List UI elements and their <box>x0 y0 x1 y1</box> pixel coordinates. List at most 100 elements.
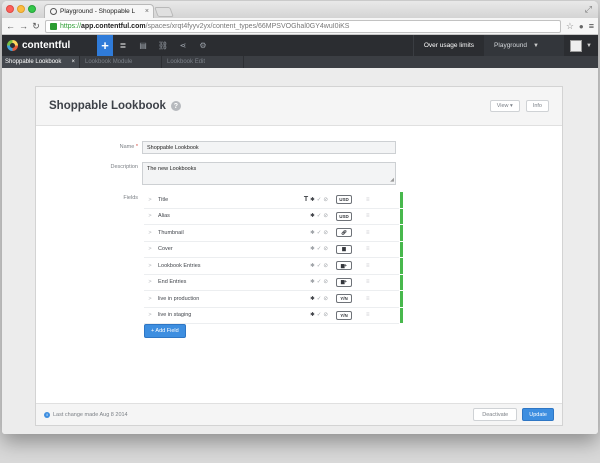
tab-shoppable-lookbook[interactable]: Shoppable Lookbook × <box>2 56 80 68</box>
localized-check-icon[interactable]: ✓ <box>317 230 322 236</box>
close-icon[interactable]: × <box>71 59 75 65</box>
fullscreen-icon[interactable]: ⤢ <box>585 4 592 15</box>
chevron-right-icon[interactable]: > <box>144 279 156 285</box>
browser-menu-icon[interactable]: ≡ <box>589 21 594 31</box>
field-row[interactable]: > live in production ✱ ✓ ⊘ Y/N ≡ <box>144 291 403 308</box>
reload-icon[interactable]: ↻ <box>32 21 40 32</box>
localized-check-icon[interactable]: ✓ <box>317 197 322 203</box>
drag-handle-icon[interactable]: ≡ <box>366 246 370 252</box>
field-row[interactable]: > Thumbnail ✱ ✓ ⊘ 🔗︎ ≡ <box>144 225 403 242</box>
chevron-right-icon[interactable]: > <box>144 263 156 269</box>
drag-handle-icon[interactable]: ≡ <box>366 230 370 236</box>
tab-lookbook-edit[interactable]: Lookbook Edit <box>162 56 244 68</box>
contentful-logo-icon <box>7 40 18 51</box>
zoom-window-button[interactable] <box>28 5 36 13</box>
drag-handle-icon[interactable]: ≡ <box>366 279 370 285</box>
localized-check-icon[interactable]: ✓ <box>317 296 322 302</box>
bookmark-star-icon[interactable]: ☆ <box>566 21 574 32</box>
field-row[interactable]: > Cover ✱ ✓ ⊘ ▆ ≡ <box>144 241 403 258</box>
minimize-window-button[interactable] <box>17 5 25 13</box>
info-button[interactable]: Info <box>525 100 549 112</box>
workspace: Shoppable Lookbook ? View ▾ Info Name * … <box>2 68 598 434</box>
space-selector[interactable]: Playground ▼ <box>484 35 565 56</box>
fields-label: Fields <box>123 195 138 201</box>
update-button[interactable]: Update <box>522 408 554 421</box>
title-field-icon[interactable]: T <box>304 196 308 203</box>
name-label: Name * <box>119 144 138 150</box>
contentful-logo[interactable]: contentful <box>2 35 97 56</box>
disabled-icon[interactable]: ⊘ <box>323 230 328 236</box>
field-row[interactable]: > live in staging ✱ ✓ ⊘ Y/N ≡ <box>144 307 403 324</box>
deactivate-button[interactable]: Deactivate <box>473 408 518 421</box>
chevron-right-icon[interactable]: > <box>144 197 156 203</box>
forward-icon[interactable]: → <box>19 21 28 31</box>
resize-grip-icon[interactable]: ◢ <box>390 177 394 183</box>
disabled-icon[interactable]: ⊘ <box>323 197 328 203</box>
required-icon[interactable]: ✱ <box>310 197 315 203</box>
address-bar: ← → ↻ https://app.contentful.com/spaces/… <box>2 18 598 35</box>
tab-label: Lookbook Module <box>85 59 133 65</box>
close-window-button[interactable] <box>6 5 14 13</box>
settings-gear-icon[interactable]: ⚙ <box>193 35 213 56</box>
field-row[interactable]: > Lookbook Entries ✱ ✓ ⊘ ▆+ ≡ <box>144 258 403 275</box>
localized-check-icon[interactable]: ✓ <box>317 312 322 318</box>
required-icon[interactable]: ✱ <box>310 230 315 236</box>
content-types-icon[interactable]: ≣ <box>113 35 133 56</box>
add-button[interactable]: + <box>97 35 113 56</box>
extension-icon[interactable]: ● <box>579 22 584 31</box>
api-icon[interactable]: ⋖ <box>173 35 193 56</box>
disabled-icon[interactable]: ⊘ <box>323 279 328 285</box>
field-name: Lookbook Entries <box>158 262 201 269</box>
drag-handle-icon[interactable]: ≡ <box>366 312 370 318</box>
description-field[interactable]: The new Lookbooks ◢ <box>142 162 396 185</box>
field-flags: ✱ ✓ ⊘ <box>298 213 328 219</box>
required-icon[interactable]: ✱ <box>310 279 315 285</box>
disabled-icon[interactable]: ⊘ <box>323 263 328 269</box>
view-button[interactable]: View ▾ <box>489 100 520 112</box>
disabled-icon[interactable]: ⊘ <box>323 296 328 302</box>
user-menu[interactable]: ▼ <box>564 35 598 56</box>
disabled-icon[interactable]: ⊘ <box>323 246 328 252</box>
field-name: Title <box>158 196 169 203</box>
last-change-text: Last change made Aug 8 2014 <box>53 411 128 418</box>
chevron-right-icon[interactable]: > <box>144 230 156 236</box>
name-field[interactable]: Shoppable Lookbook <box>142 141 396 154</box>
back-icon[interactable]: ← <box>6 21 15 31</box>
assets-link-icon[interactable]: ⛓ <box>153 35 173 56</box>
required-icon[interactable]: ✱ <box>310 246 315 252</box>
new-tab-button[interactable] <box>154 7 174 17</box>
localized-check-icon[interactable]: ✓ <box>317 246 322 252</box>
chevron-right-icon[interactable]: > <box>144 312 156 318</box>
required-icon[interactable]: ✱ <box>310 213 315 219</box>
drag-handle-icon[interactable]: ≡ <box>366 213 370 219</box>
field-row[interactable]: > End Entries ✱ ✓ ⊘ ▆+ ≡ <box>144 274 403 291</box>
entries-icon[interactable]: ▤ <box>133 35 153 56</box>
tab-lookbook-module[interactable]: Lookbook Module <box>80 56 162 68</box>
field-row[interactable]: > Alias ✱ ✓ ⊘ USD ≡ <box>144 208 403 225</box>
drag-handle-icon[interactable]: ≡ <box>366 197 370 203</box>
required-icon[interactable]: ✱ <box>310 312 315 318</box>
help-icon[interactable]: ? <box>170 101 181 111</box>
close-tab-icon[interactable]: × <box>145 8 153 15</box>
disabled-icon[interactable]: ⊘ <box>323 312 328 318</box>
chevron-down-icon: ▼ <box>532 42 539 49</box>
add-field-button[interactable]: + Add Field <box>144 324 186 338</box>
chevron-right-icon[interactable]: > <box>144 213 156 219</box>
field-type-badge: USD <box>336 211 352 221</box>
localized-check-icon[interactable]: ✓ <box>317 279 322 285</box>
browser-tab[interactable]: Playground - Shoppable L × <box>44 4 154 18</box>
drag-handle-icon[interactable]: ≡ <box>366 296 370 302</box>
field-row[interactable]: > Title T ✱ ✓ ⊘ USD ≡ <box>144 192 403 209</box>
field-flags: T ✱ ✓ ⊘ <box>298 196 328 203</box>
disabled-icon[interactable]: ⊘ <box>323 213 328 219</box>
url-field[interactable]: https://app.contentful.com/spaces/xrqt4f… <box>45 19 561 33</box>
drag-handle-icon[interactable]: ≡ <box>366 263 370 269</box>
localized-check-icon[interactable]: ✓ <box>317 263 322 269</box>
required-icon[interactable]: ✱ <box>310 263 315 269</box>
required-icon[interactable]: ✱ <box>310 296 315 302</box>
chevron-right-icon[interactable]: > <box>144 246 156 252</box>
localized-check-icon[interactable]: ✓ <box>317 213 322 219</box>
chevron-right-icon[interactable]: > <box>144 296 156 302</box>
field-name: Thumbnail <box>158 229 184 236</box>
usage-warning[interactable]: Over usage limits <box>412 35 484 56</box>
